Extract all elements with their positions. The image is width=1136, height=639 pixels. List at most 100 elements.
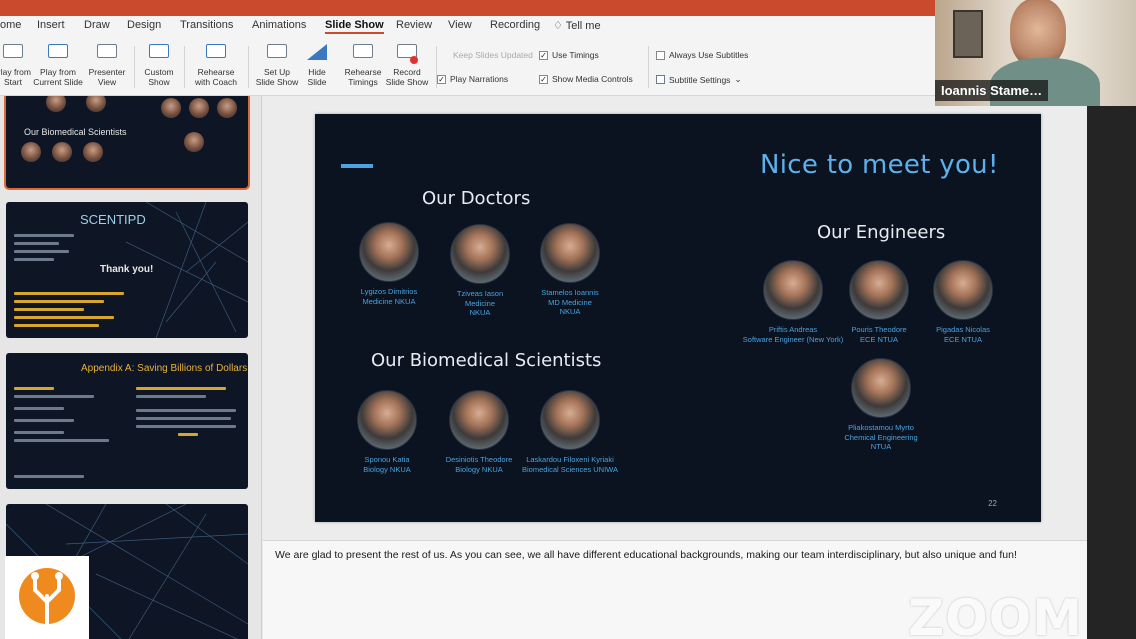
play-from-current-label: Play from Current Slide: [33, 67, 83, 87]
rehearse-timings-button[interactable]: Rehearse Timings: [340, 42, 386, 87]
text-line: [14, 250, 69, 253]
presenter-view-button[interactable]: Presenter View: [86, 42, 128, 87]
hide-slide-button[interactable]: Hide Slide: [300, 42, 334, 87]
thumbnail-heading: Our Biomedical Scientists: [24, 127, 127, 137]
play-from-start-button[interactable]: Play from Start: [0, 42, 34, 87]
ribbon-separator: [648, 46, 649, 88]
text-line: [14, 258, 54, 261]
participant-video-tile[interactable]: Ioannis Stame…: [935, 0, 1136, 106]
right-edge-panel: [1087, 96, 1136, 639]
keep-slides-checkbox-box: [440, 51, 449, 60]
checkmark-icon: ✓: [539, 74, 548, 84]
record-slide-show-button[interactable]: Record Slide Show: [384, 42, 430, 87]
slide-thumbnail[interactable]: Our Biomedical Scientists: [4, 96, 250, 190]
slide-number: 22: [988, 499, 997, 508]
team-member-card: Pliakostamou Myrto Chemical Engineering …: [811, 358, 951, 452]
custom-show-button[interactable]: Custom Show: [138, 42, 180, 87]
text-line: [14, 324, 99, 327]
subtitle-icon: [656, 75, 665, 84]
timer-icon: [353, 44, 373, 58]
member-name: Stamelos Ioannis MD Medicine NKUA: [541, 288, 599, 316]
thumbnail-title: Appendix A: Saving Billions of Dollars: [81, 363, 248, 374]
rehearse-with-coach-button[interactable]: Rehearse with Coach: [190, 42, 242, 87]
ribbon-separator: [248, 46, 249, 88]
hide-slide-label: Hide Slide: [307, 67, 327, 87]
ribbon-separator: [134, 46, 135, 88]
tell-me-search[interactable]: ♢ Tell me: [553, 19, 601, 32]
play-from-current-button[interactable]: Play from Current Slide: [30, 42, 86, 87]
unchecked-box-icon: [656, 50, 665, 60]
play-from-start-label: Play from Start: [0, 67, 31, 87]
current-slide[interactable]: Nice to meet you! Our Doctors Our Engine…: [315, 114, 1041, 522]
checkmark-icon: ✓: [539, 50, 548, 60]
play-from-current-icon: [48, 44, 68, 58]
presenter-view-label: Presenter View: [88, 67, 126, 87]
always-use-subtitles-checkbox[interactable]: Always Use Subtitles: [656, 50, 748, 60]
presenter-view-icon: [97, 44, 117, 58]
slide-title: Nice to meet you!: [760, 150, 999, 180]
tab-animations[interactable]: Animations: [252, 19, 306, 31]
tab-view[interactable]: View: [448, 19, 472, 31]
lightbulb-icon: ♢: [553, 20, 563, 32]
use-timings-label: Use Timings: [552, 50, 599, 60]
thank-you-text: Thank you!: [100, 264, 154, 275]
play-from-start-icon: [3, 44, 23, 58]
play-narrations-checkbox[interactable]: ✓ Play Narrations: [437, 74, 508, 84]
text-line: [178, 433, 198, 436]
organization-logo: [5, 556, 89, 639]
show-media-controls-label: Show Media Controls: [552, 74, 633, 84]
text-line: [14, 419, 74, 422]
text-line: [136, 425, 236, 428]
tab-draw[interactable]: Draw: [84, 19, 110, 31]
subtitle-settings-dropdown[interactable]: Subtitle Settings ⌄: [656, 74, 742, 85]
speaker-notes-pane[interactable]: We are glad to present the rest of us. A…: [263, 540, 1087, 639]
use-timings-checkbox[interactable]: ✓ Use Timings: [539, 50, 599, 60]
member-photo: [851, 358, 911, 418]
team-member-card: Stamelos Ioannis MD Medicine NKUA: [500, 223, 640, 317]
accent-bar: [341, 164, 373, 168]
tab-design[interactable]: Design: [127, 19, 161, 31]
member-photo: [86, 96, 106, 112]
text-line: [14, 475, 84, 478]
text-line: [14, 439, 109, 442]
set-up-slide-show-button[interactable]: Set Up Slide Show: [254, 42, 300, 87]
text-line: [14, 387, 54, 390]
text-line: [14, 292, 124, 295]
show-media-controls-checkbox[interactable]: ✓ Show Media Controls: [539, 74, 633, 84]
tell-me-label: Tell me: [565, 20, 601, 32]
member-photo: [21, 142, 41, 162]
text-line: [136, 409, 236, 412]
always-use-subtitles-label: Always Use Subtitles: [669, 50, 749, 60]
tab-insert[interactable]: Insert: [37, 19, 65, 31]
text-line: [14, 242, 59, 245]
play-narrations-label: Play Narrations: [450, 74, 509, 84]
text-line: [136, 395, 206, 398]
checkmark-icon: ✓: [437, 74, 446, 84]
tab-recording[interactable]: Recording: [490, 19, 540, 31]
member-name: Pigadas Nicolas ECE NTUA: [936, 325, 990, 344]
hide-slide-icon: [307, 44, 327, 60]
slide-thumbnail[interactable]: SCENTIPD Thank you!: [6, 202, 248, 338]
slide-thumbnail[interactable]: Appendix A: Saving Billions of Dollars: [6, 353, 248, 489]
member-name: Pliakostamou Myrto Chemical Engineering …: [844, 423, 918, 451]
custom-show-label: Custom Show: [144, 67, 174, 87]
text-line: [14, 407, 64, 410]
speaker-notes-text[interactable]: We are glad to present the rest of us. A…: [275, 549, 1017, 561]
member-photo: [83, 142, 103, 162]
tab-home[interactable]: ome: [0, 19, 21, 31]
text-line: [14, 431, 64, 434]
scientists-heading: Our Biomedical Scientists: [371, 350, 602, 371]
keep-slides-updated-checkbox[interactable]: Keep Slides Updated: [440, 50, 533, 60]
tab-slide-show[interactable]: Slide Show: [325, 19, 384, 34]
rehearse-timings-label: Rehearse Timings: [344, 67, 382, 87]
tab-transitions[interactable]: Transitions: [180, 19, 233, 31]
engineers-heading: Our Engineers: [817, 222, 946, 243]
zoom-watermark: ZOOM: [908, 589, 1084, 639]
member-photo: [540, 390, 600, 450]
tab-review[interactable]: Review: [396, 19, 432, 31]
member-photo: [52, 142, 72, 162]
text-line: [14, 316, 114, 319]
subtitle-settings-label: Subtitle Settings: [669, 74, 731, 85]
record-icon: [397, 44, 417, 58]
team-member-card: Laskardou Filoxeni Kyriaki Biomedical Sc…: [500, 390, 640, 474]
